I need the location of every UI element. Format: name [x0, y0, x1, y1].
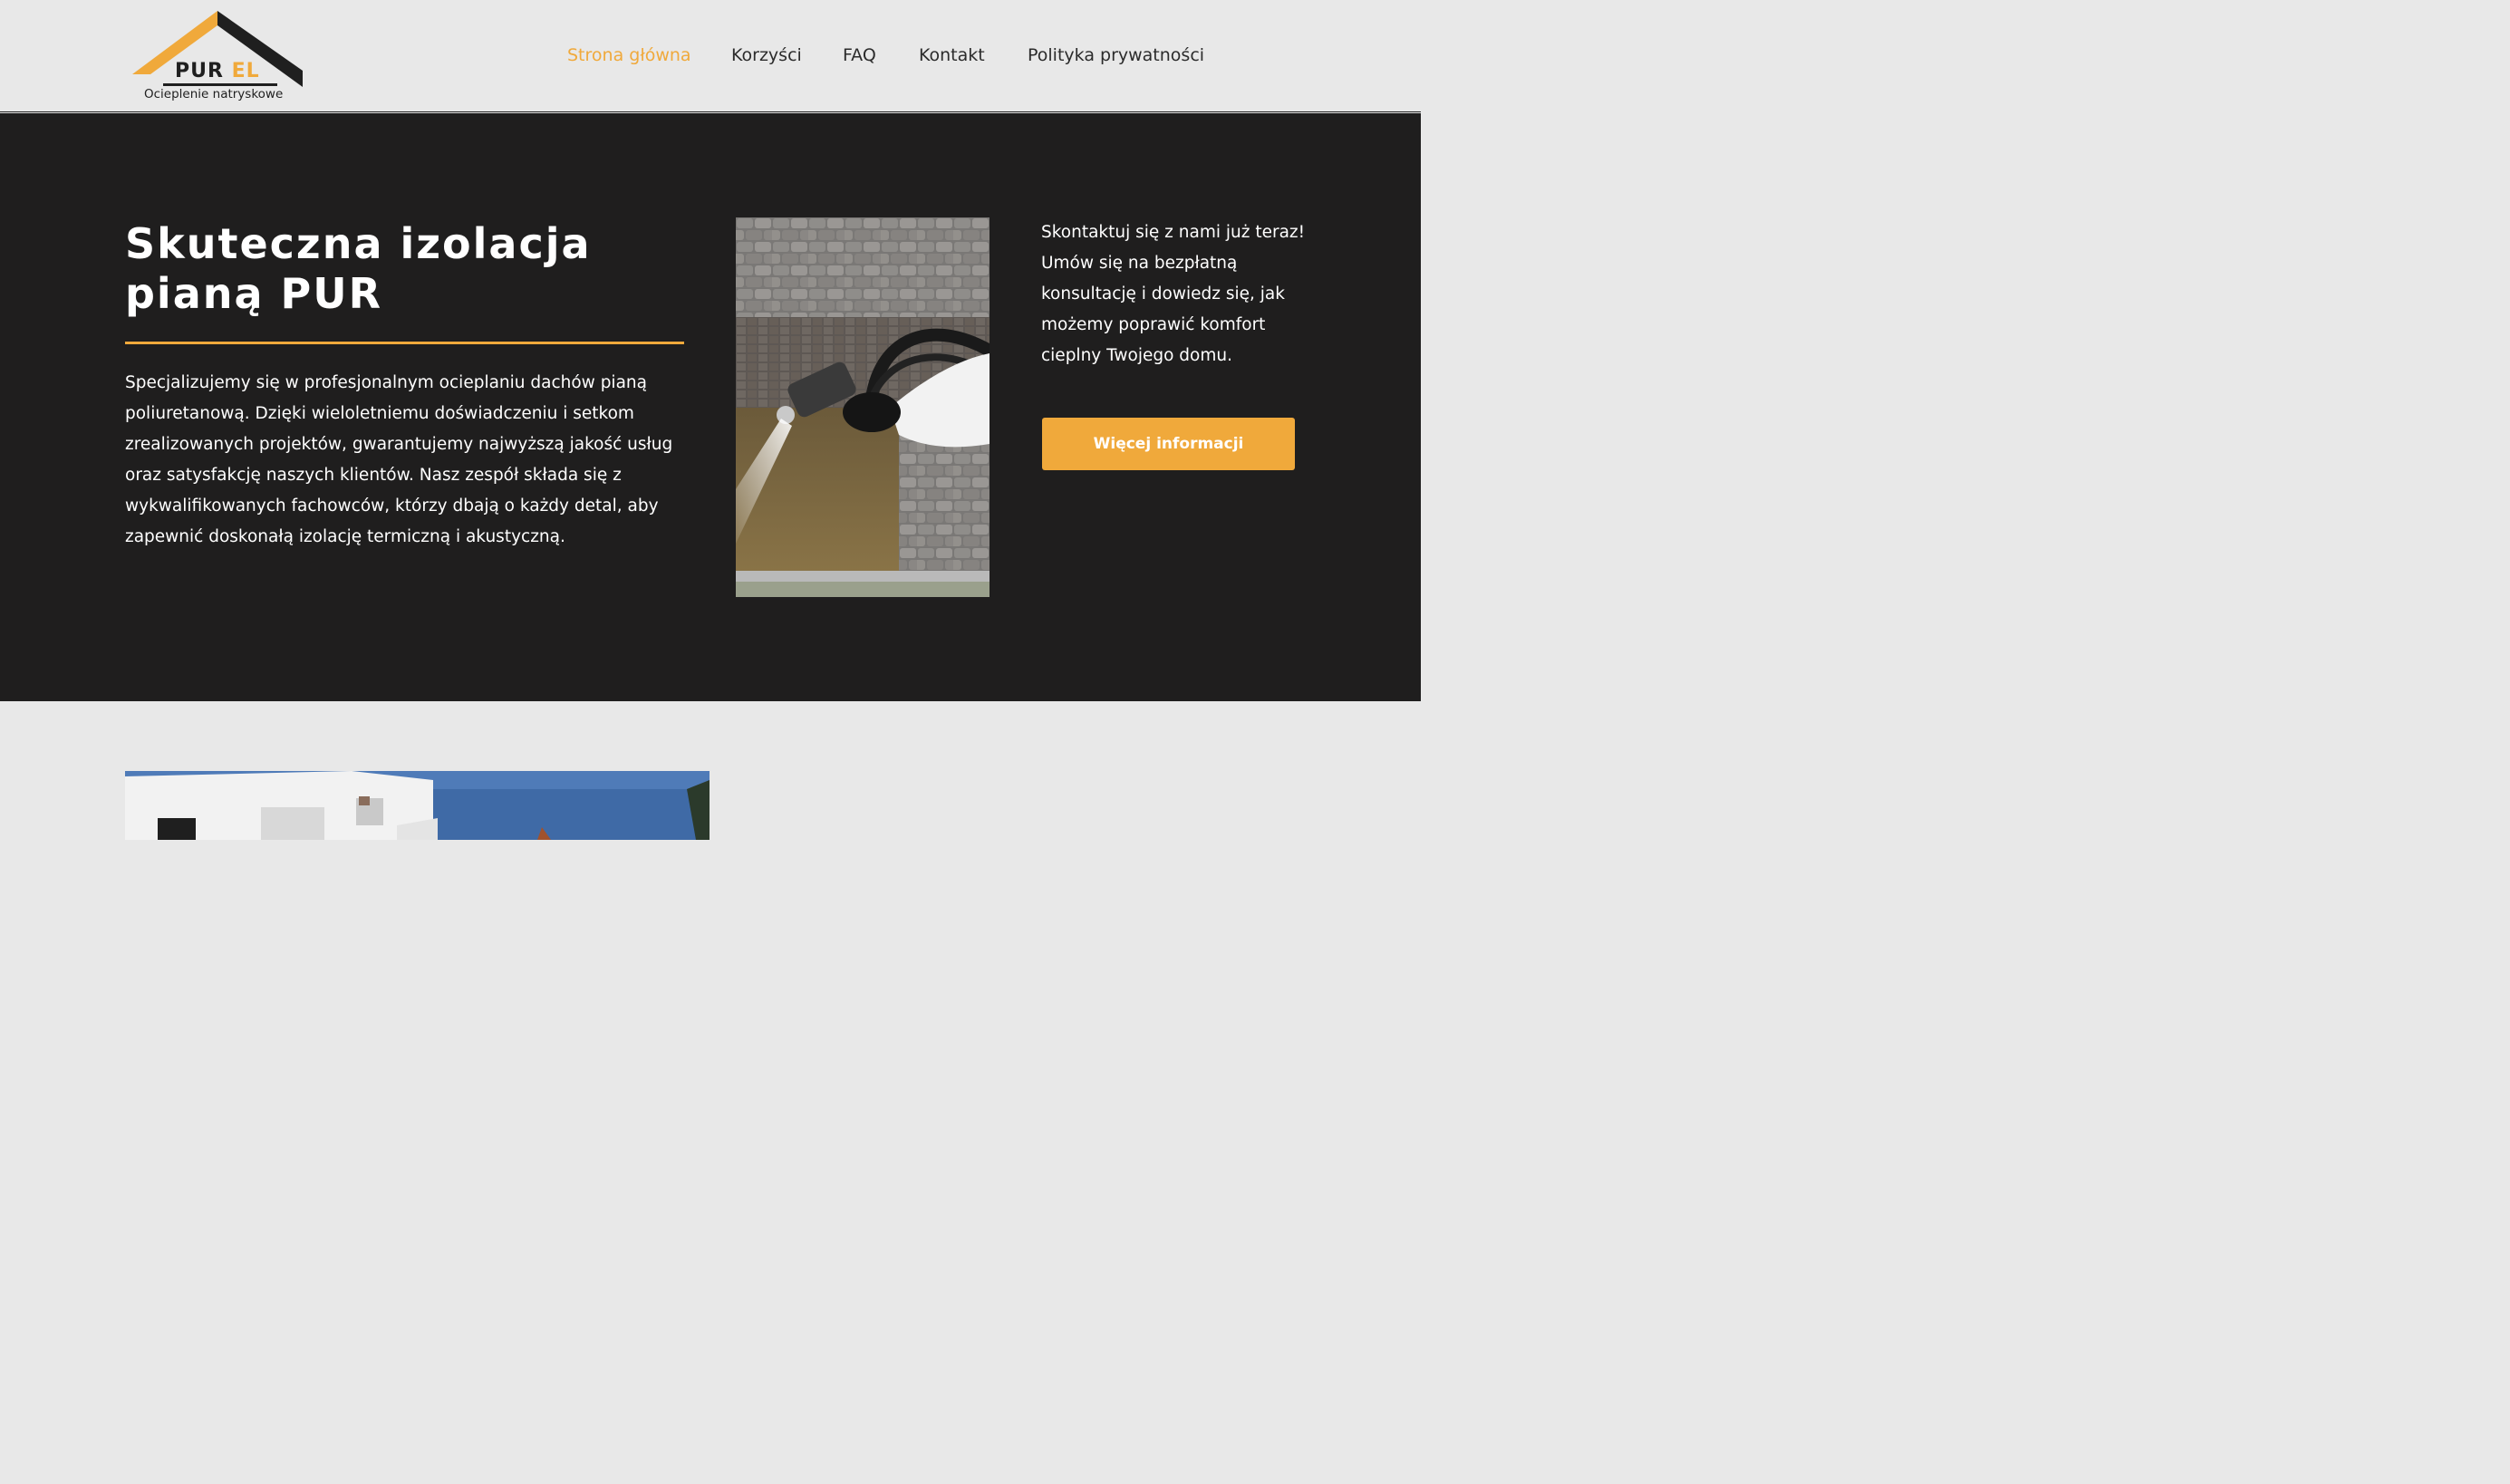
house-roof-photo	[125, 771, 710, 840]
hero-cta-text: Skontaktuj się z nami już teraz! Umów si…	[1041, 223, 1306, 365]
hero-section: Skuteczna izolacja pianą PUR Specjalizuj…	[0, 113, 1421, 701]
nav-benefits[interactable]: Korzyści	[731, 45, 802, 65]
hero-description: Specjalizujemy się w profesjonalnym ocie…	[125, 373, 673, 546]
logo[interactable]: PUR EL Ocieplenie natryskowe	[130, 9, 306, 105]
more-info-button[interactable]: Więcej informacji	[1042, 418, 1295, 470]
nav-privacy-policy[interactable]: Polityka prywatności	[1028, 45, 1204, 65]
site-header: PUR EL Ocieplenie natryskowe Strona głów…	[0, 0, 1421, 112]
logo-tagline: Ocieplenie natryskowe	[144, 87, 284, 101]
logo-wordmark: PUR EL	[175, 60, 260, 82]
spray-foam-photo	[736, 217, 990, 597]
nav-contact[interactable]: Kontakt	[919, 45, 985, 65]
hero-divider	[125, 342, 684, 344]
nav-faq[interactable]: FAQ	[843, 45, 876, 65]
hero-title: Skuteczna izolacja pianą PUR	[125, 219, 592, 318]
nav-home[interactable]: Strona główna	[567, 45, 691, 65]
